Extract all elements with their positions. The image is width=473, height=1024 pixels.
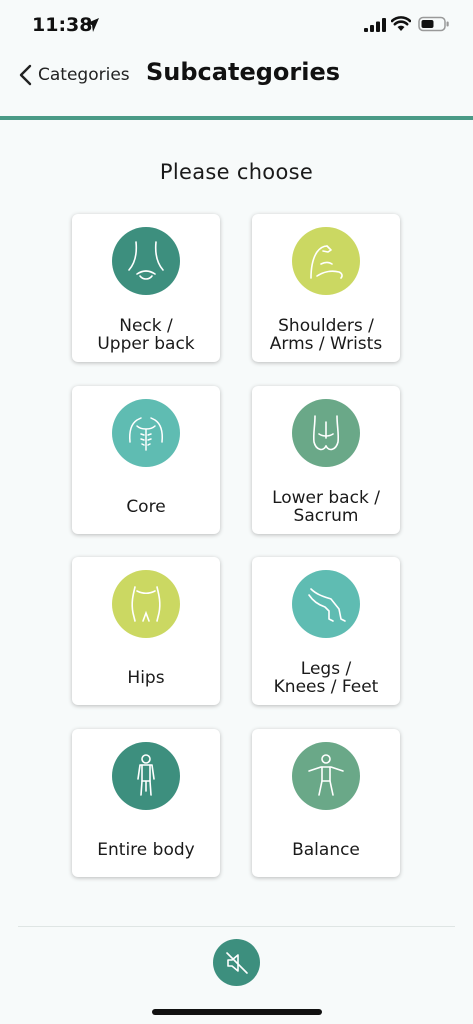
arm-icon <box>292 227 360 295</box>
home-indicator <box>152 1009 322 1015</box>
torso-icon <box>112 399 180 467</box>
tile-balance[interactable]: Balance <box>252 729 400 877</box>
tile-label: Core <box>126 497 166 517</box>
tile-core[interactable]: Core <box>72 386 220 534</box>
tile-label: Shoulders / Arms / Wrists <box>269 316 383 354</box>
legs-icon <box>292 570 360 638</box>
tile-legs-knees-feet[interactable]: Legs / Knees / Feet <box>252 557 400 705</box>
hips-icon <box>112 570 180 638</box>
tile-label: Legs / Knees / Feet <box>273 659 379 697</box>
tile-shoulders-arms-wrists[interactable]: Shoulders / Arms / Wrists <box>252 214 400 362</box>
tile-label: Balance <box>292 840 360 860</box>
tile-neck-upper-back[interactable]: Neck / Upper back <box>72 214 220 362</box>
subcategory-grid: Neck / Upper back Shoulders / Arms / Wri… <box>0 0 473 900</box>
neck-icon <box>112 227 180 295</box>
tile-label: Hips <box>127 668 165 688</box>
tile-label: Lower back / Sacrum <box>272 488 380 526</box>
speaker-muted-icon <box>225 951 248 974</box>
balance-icon <box>292 742 360 810</box>
tile-entire-body[interactable]: Entire body <box>72 729 220 877</box>
lower-back-icon <box>292 399 360 467</box>
footer-divider <box>18 926 455 927</box>
tile-label: Entire body <box>97 840 195 860</box>
tile-label: Neck / Upper back <box>97 316 195 354</box>
body-icon <box>112 742 180 810</box>
tile-lower-back-sacrum[interactable]: Lower back / Sacrum <box>252 386 400 534</box>
tile-hips[interactable]: Hips <box>72 557 220 705</box>
mute-button[interactable] <box>213 939 260 986</box>
